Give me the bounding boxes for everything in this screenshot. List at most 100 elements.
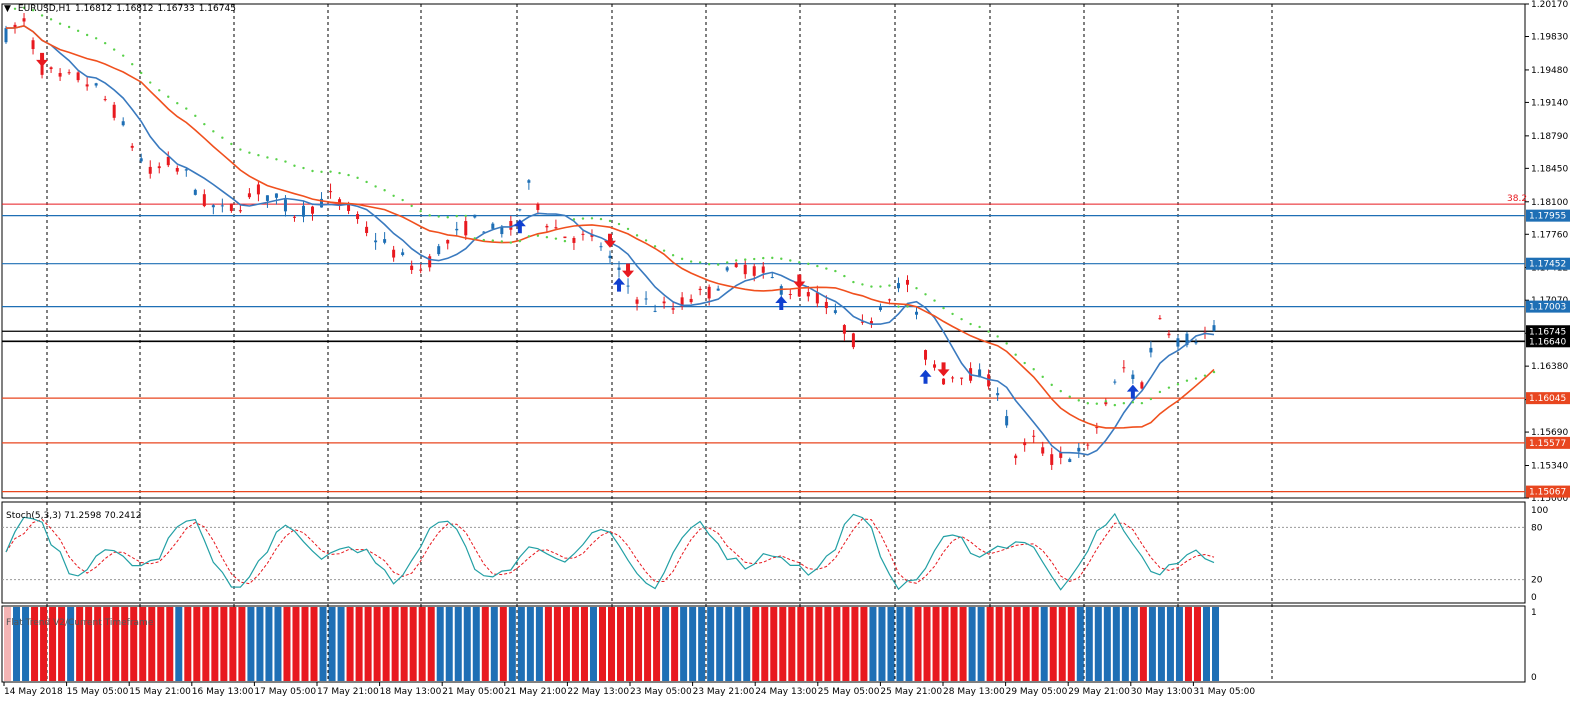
candle-body	[743, 264, 747, 275]
candle-body	[1131, 374, 1135, 379]
psar-dot	[1122, 402, 1126, 405]
trend-bar	[914, 607, 922, 681]
trend-bar	[815, 607, 823, 681]
psar-dot	[960, 317, 963, 321]
trend-bar	[490, 607, 498, 681]
trend-bar	[635, 607, 643, 681]
psar-dot	[1203, 374, 1207, 377]
candle-body	[365, 226, 369, 233]
candle-body	[824, 301, 828, 309]
slow-ma-line	[5, 24, 1215, 429]
trend-bar	[707, 607, 715, 681]
trend-bar	[238, 607, 246, 681]
trend-bar	[1058, 607, 1066, 681]
psar-dot	[464, 214, 467, 218]
trend-bar	[662, 607, 670, 681]
psar-dot	[275, 158, 278, 161]
candle-body	[896, 283, 900, 289]
trend-bar	[193, 607, 201, 681]
ohlc-close: 1.16745	[198, 4, 236, 14]
sell-arrow-icon	[793, 274, 806, 289]
price-chart[interactable]: 1.20170 1.19830 1.19480 1.19140 1.18790 1.184…	[0, 0, 1596, 716]
psar-dot	[1023, 361, 1026, 365]
psar-dot	[816, 264, 819, 268]
trend-bar	[626, 607, 634, 681]
candle-body	[4, 28, 8, 43]
candle-body	[202, 194, 206, 207]
psar-dot	[626, 227, 630, 231]
trend-bar	[734, 607, 742, 681]
candle-body	[301, 205, 305, 217]
trend-bar	[1166, 607, 1174, 681]
trend-bar	[1085, 607, 1093, 681]
psar-dot	[599, 217, 603, 221]
psar-dot	[608, 219, 612, 223]
trend-bar	[310, 607, 318, 681]
psar-dot	[338, 171, 341, 175]
time-axis-label: 29 May 21:00	[1068, 687, 1130, 697]
trend-bar	[1193, 607, 1201, 681]
trend-bar	[653, 607, 661, 681]
psar-dot	[473, 237, 476, 240]
psar-dot	[112, 48, 116, 51]
psar-dot	[518, 239, 522, 243]
time-axis-label: 28 May 13:00	[943, 687, 1005, 697]
trend-bar	[1139, 607, 1147, 681]
psar-dot	[248, 151, 251, 154]
candle-body	[996, 393, 1000, 396]
trend-bar	[598, 607, 606, 681]
candle-body	[924, 350, 928, 360]
candle-body	[265, 195, 269, 201]
psar-dot	[852, 280, 855, 284]
psar-dot	[915, 287, 918, 290]
psar-dot	[978, 325, 981, 329]
trend-bar	[806, 607, 814, 681]
candle-body	[752, 266, 756, 276]
psar-dot	[212, 130, 215, 133]
collapse-arrow-icon[interactable]: ▼	[4, 4, 11, 14]
candle-body	[94, 83, 98, 86]
candle-body	[761, 266, 765, 273]
trend-bar	[1112, 607, 1120, 681]
mt4-chart-window[interactable]: 1.20170 1.19830 1.19480 1.19140 1.18790 1.184…	[0, 0, 1596, 716]
candle-body	[1212, 325, 1216, 331]
trend-bar	[229, 607, 237, 681]
buy-arrow-icon	[513, 219, 526, 234]
trend-bar	[481, 607, 489, 681]
psar-dot	[1041, 375, 1044, 379]
psar-dot	[1095, 402, 1099, 405]
trend-bar	[571, 607, 579, 681]
psar-dot	[897, 305, 900, 308]
candle-body	[229, 203, 233, 211]
trend-bar	[184, 607, 192, 681]
trend-axis-label: 0	[1531, 673, 1537, 683]
psar-dot	[194, 114, 197, 118]
trend-bar	[923, 607, 931, 681]
candle-body	[31, 40, 35, 50]
price-level-label: 1.16045	[1529, 394, 1566, 404]
trend-bar	[256, 607, 264, 681]
psar-dot	[320, 170, 323, 174]
time-axis-label: 21 May 21:00	[505, 687, 567, 697]
time-axis-label: 29 May 05:00	[1006, 687, 1068, 697]
candle-body	[653, 310, 657, 312]
psar-dot	[662, 249, 666, 252]
psar-dot	[167, 95, 170, 98]
psar-dot	[1149, 397, 1153, 401]
trend-bar	[175, 607, 183, 681]
psar-dot	[1077, 399, 1080, 402]
psar-dot	[789, 259, 792, 262]
trend-bar	[1031, 607, 1039, 681]
trend-bar	[328, 607, 336, 681]
candle-body	[121, 121, 125, 126]
trend-bar	[725, 607, 733, 681]
trend-bar	[833, 607, 841, 681]
psar-dot	[329, 170, 332, 173]
candle-body	[139, 158, 143, 162]
candle-body	[1032, 435, 1036, 437]
trend-bar	[1076, 607, 1084, 681]
trend-bar	[553, 607, 561, 681]
psar-dot	[834, 269, 837, 273]
trend-bar	[211, 607, 219, 681]
psar-dot	[735, 259, 738, 262]
